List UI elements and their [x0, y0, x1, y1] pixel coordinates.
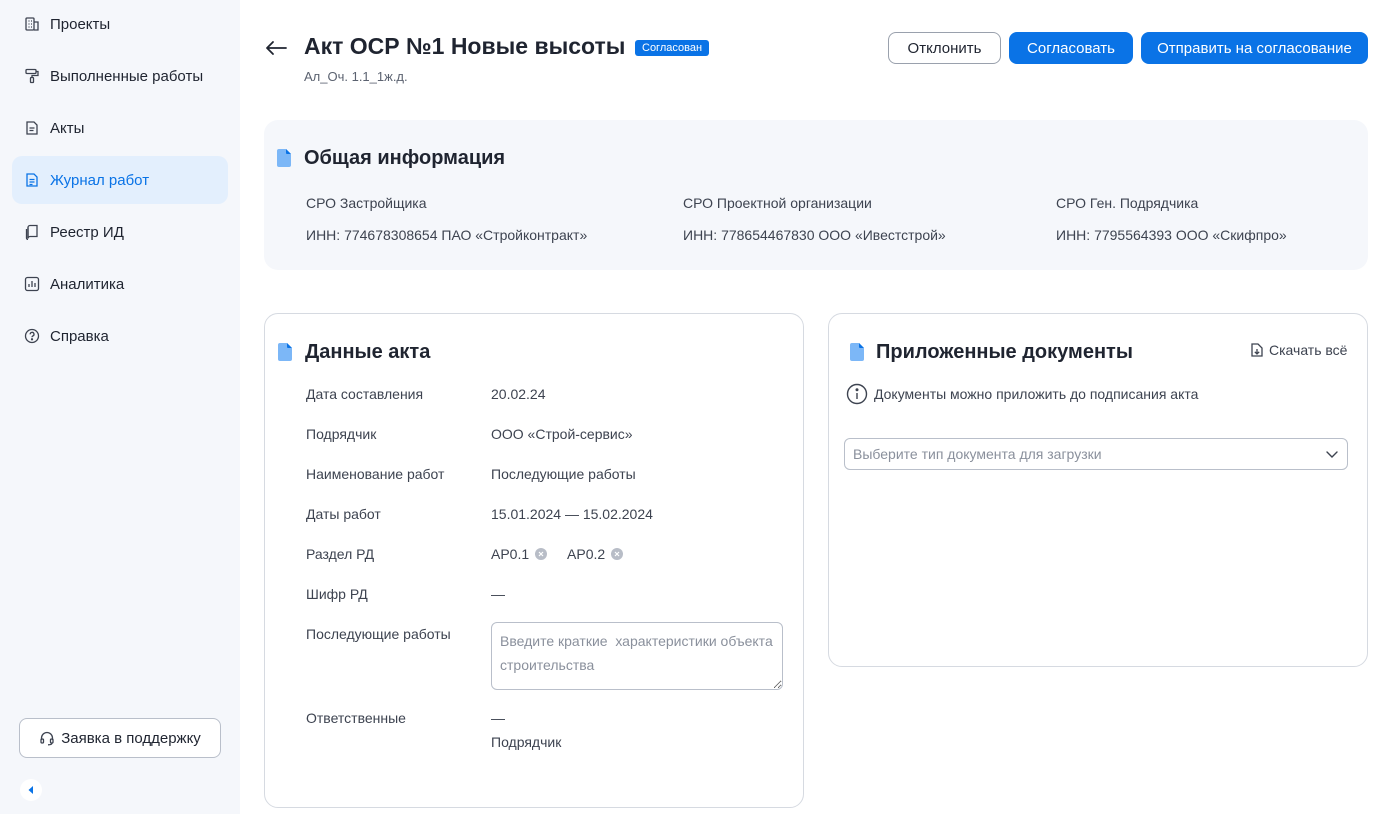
design-org-sro-label: СРО Проектной организации: [683, 195, 872, 211]
sidebar-item-analytics[interactable]: Аналитика: [12, 260, 228, 308]
chart-icon: [24, 276, 40, 292]
page-title: Акт ОСР №1 Новые высоты: [304, 33, 626, 59]
chip-remove-button[interactable]: [535, 548, 548, 560]
journal-icon: [24, 172, 40, 188]
design-org-sro-value: ИНН: 778654467830 ООО «Ивестстрой»: [683, 227, 946, 243]
act-data-title: Данные акта: [305, 341, 431, 363]
document-icon: [274, 148, 294, 168]
page-subtitle: Ал_Оч. 1.1_1ж.д.: [304, 69, 408, 84]
sidebar-item-help[interactable]: Справка: [12, 312, 228, 360]
rd-section-chip: АР0.2: [567, 546, 624, 562]
download-all-button[interactable]: Скачать всё: [1249, 342, 1347, 358]
sidebar-item-acts[interactable]: Акты: [12, 104, 228, 152]
work-dates-value: 15.01.2024 — 15.02.2024: [491, 506, 653, 522]
send-for-approval-button[interactable]: Отправить на согласование: [1141, 32, 1368, 64]
roller-icon: [24, 68, 40, 84]
work-dates-label: Даты работ: [306, 506, 381, 522]
work-name-label: Наименование работ: [306, 466, 445, 482]
document-type-select[interactable]: Выберите тип документа для загрузки: [844, 438, 1348, 470]
responsible-value: —: [491, 710, 505, 726]
work-name-value: Последующие работы: [491, 466, 636, 482]
sidebar-item-label: Реестр ИД: [50, 223, 124, 241]
back-button[interactable]: [264, 36, 288, 60]
headset-icon: [39, 730, 55, 746]
responsible-label: Ответственные: [306, 710, 406, 726]
support-request-label: Заявка в поддержку: [61, 729, 201, 747]
compile-date-label: Дата составления: [306, 386, 424, 402]
compile-date-value: 20.02.24: [491, 386, 546, 402]
sidebar-item-completed-works[interactable]: Выполненные работы: [12, 52, 228, 100]
chip-label: АР0.1: [491, 546, 530, 562]
reject-button[interactable]: Отклонить: [888, 32, 1001, 64]
info-icon: [846, 383, 868, 405]
sidebar-item-label: Проекты: [50, 15, 111, 33]
sidebar-collapse-button[interactable]: [20, 779, 42, 801]
rd-section-label: Раздел РД: [306, 546, 375, 562]
responsible-role: Подрядчик: [491, 734, 562, 750]
approve-button[interactable]: Согласовать: [1009, 32, 1133, 64]
contractor-value: ООО «Строй-сервис»: [491, 426, 633, 442]
caret-left-icon: [26, 785, 36, 795]
contractor-label: Подрядчик: [306, 426, 377, 442]
document-icon: [847, 342, 867, 362]
developer-sro-label: СРО Застройщика: [306, 195, 427, 211]
sidebar-item-label: Выполненные работы: [50, 67, 204, 85]
sidebar: Проекты Выполненные работы Акты Журнал р…: [0, 0, 240, 814]
rd-section-chips: АР0.1 АР0.2: [491, 546, 639, 562]
document-icon: [275, 342, 295, 362]
download-icon: [1249, 342, 1265, 358]
general-contractor-sro-value: ИНН: 7795564393 ООО «Скифпро»: [1056, 227, 1287, 243]
close-icon: [538, 551, 544, 557]
sidebar-item-work-journal[interactable]: Журнал работ: [12, 156, 228, 204]
registry-icon: [24, 224, 40, 240]
developer-sro-value: ИНН: 774678308654 ПАО «Стройконтракт»: [306, 227, 588, 243]
chip-label: АР0.2: [567, 546, 606, 562]
arrow-left-icon: [265, 40, 287, 56]
general-info-card: Общая информация СРО Застройщика ИНН: 77…: [264, 120, 1368, 270]
sidebar-item-label: Справка: [50, 327, 109, 345]
building-icon: [24, 16, 40, 32]
support-request-button[interactable]: Заявка в поддержку: [19, 718, 221, 758]
rd-section-chip: АР0.1: [491, 546, 548, 562]
help-icon: [24, 328, 40, 344]
download-all-label: Скачать всё: [1269, 342, 1348, 358]
act-data-card: Данные акта Дата составления 20.02.24 По…: [264, 313, 804, 808]
general-info-title: Общая информация: [304, 147, 506, 169]
attached-docs-card: Приложенные документы Скачать всё Докуме…: [828, 313, 1368, 667]
sidebar-item-label: Аналитика: [50, 275, 125, 293]
sidebar-item-label: Акты: [50, 119, 85, 137]
rd-cipher-label: Шифр РД: [306, 586, 368, 602]
chip-remove-button[interactable]: [611, 548, 624, 560]
document-icon: [24, 120, 40, 136]
attach-info-note: Документы можно приложить до подписания …: [846, 383, 1198, 405]
close-icon: [614, 551, 620, 557]
sidebar-item-projects[interactable]: Проекты: [12, 0, 228, 48]
attached-docs-title: Приложенные документы: [876, 341, 1133, 363]
status-badge: Согласован: [635, 40, 710, 56]
sidebar-item-label: Журнал работ: [50, 171, 150, 189]
next-works-textarea[interactable]: [491, 622, 783, 690]
next-works-label: Последующие работы: [306, 626, 451, 642]
document-type-placeholder: Выберите тип документа для загрузки: [853, 446, 1102, 462]
sidebar-item-registry[interactable]: Реестр ИД: [12, 208, 228, 256]
rd-cipher-value: —: [491, 586, 505, 602]
general-contractor-sro-label: СРО Ген. Подрядчика: [1056, 195, 1199, 211]
chevron-down-icon: [1325, 447, 1339, 461]
attach-info-text: Документы можно приложить до подписания …: [874, 386, 1199, 402]
